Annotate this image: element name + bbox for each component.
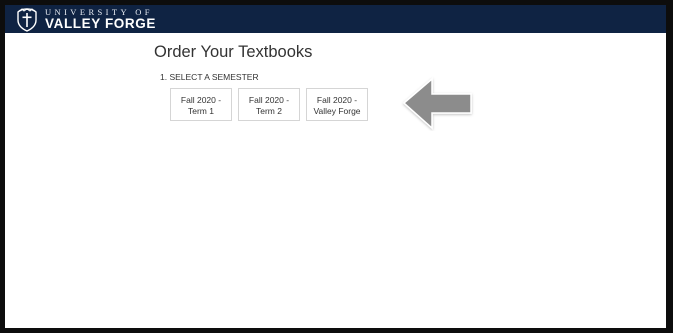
semester-button-line1: Fall 2020 -	[180, 95, 222, 105]
semester-button-line2: Valley Forge	[313, 106, 361, 116]
app-window: UNIVERSITY OF VALLEY FORGE Order Your Te…	[0, 0, 673, 333]
page-title: Order Your Textbooks	[154, 43, 313, 61]
semester-button-valley-forge[interactable]: Fall 2020 - Valley Forge	[306, 88, 368, 121]
site-header: UNIVERSITY OF VALLEY FORGE	[5, 5, 666, 33]
semester-button-line2: Term 2	[256, 106, 282, 116]
step-label: 1. SELECT A SEMESTER	[160, 72, 259, 82]
semester-button-line1: Fall 2020 -	[316, 95, 358, 105]
logo-text-bottom: VALLEY FORGE	[45, 16, 156, 31]
cross-shield-icon[interactable]	[16, 8, 38, 32]
semester-button-line2: Term 1	[188, 106, 214, 116]
semester-button-term-2[interactable]: Fall 2020 - Term 2	[238, 88, 300, 121]
arrow-left-icon	[402, 77, 472, 130]
semester-button-line1: Fall 2020 -	[248, 95, 290, 105]
semester-button-term-1[interactable]: Fall 2020 - Term 1	[170, 88, 232, 121]
